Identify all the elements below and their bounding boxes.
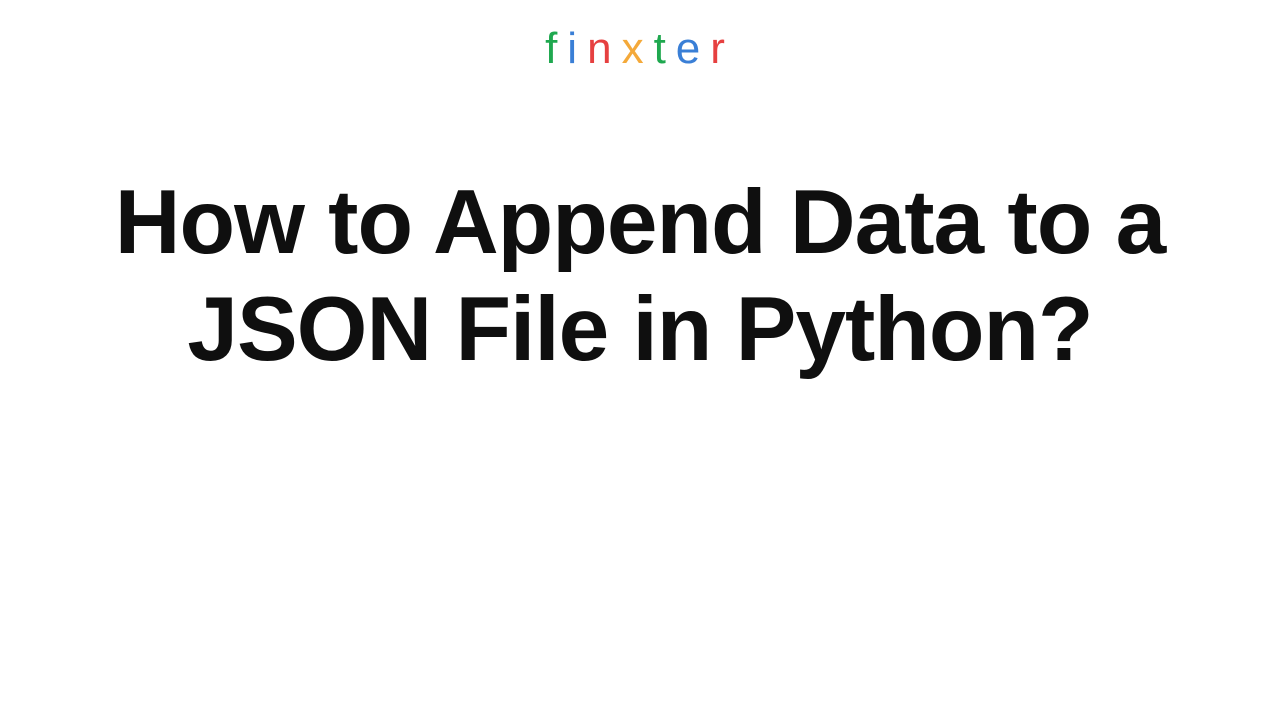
title-line-1: How to Append Data to a [115,172,1165,273]
title-line-2: JSON File in Python? [187,279,1092,380]
logo-letter: i [567,24,587,74]
logo-letter: t [654,24,676,74]
brand-logo: f i n x t e r [545,24,735,74]
logo-letter: e [676,24,710,74]
logo-letter: f [545,24,567,74]
logo-letter: n [587,24,621,74]
logo-letter: r [710,24,735,74]
logo-letter: x [622,24,654,74]
page-title: How to Append Data to a JSON File in Pyt… [115,169,1165,384]
